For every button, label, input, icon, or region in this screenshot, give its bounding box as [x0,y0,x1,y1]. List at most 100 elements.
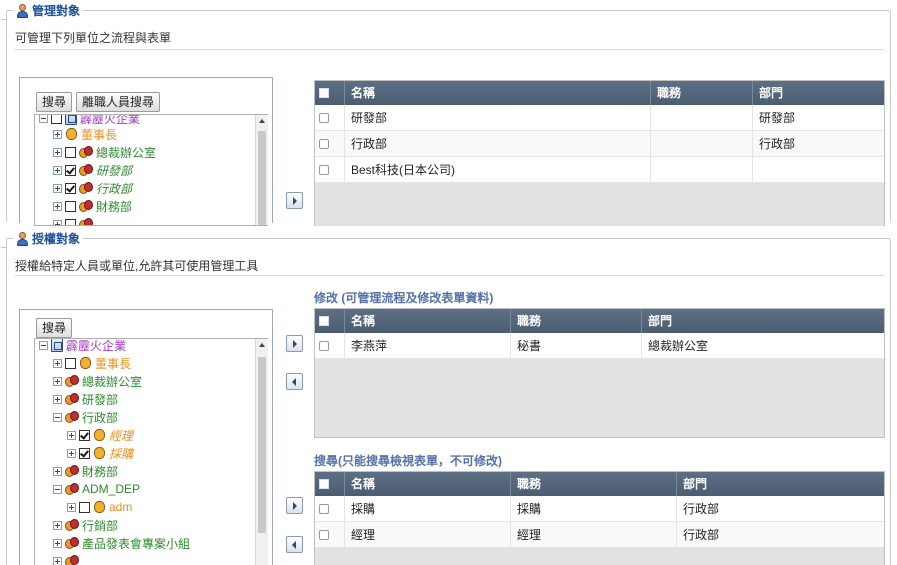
expand-icon[interactable] [67,448,76,458]
column-title[interactable]: 職務 [511,309,642,333]
row-checkbox[interactable] [319,165,329,175]
tree-node[interactable]: 經理 [67,426,133,444]
arrow-right-icon [293,197,297,205]
column-dept[interactable]: 部門 [677,472,884,496]
department-icon [65,410,79,424]
tree-node[interactable]: 產品發表會專案小組 [53,534,190,552]
expand-icon[interactable] [53,183,62,193]
tree-node[interactable]: 董事長 [53,125,117,143]
expand-icon[interactable] [53,165,62,175]
tree-node[interactable]: 研發部 [53,161,132,179]
search-button[interactable]: 搜尋 [36,318,73,338]
table-row[interactable]: Best科技(日本公司) [315,157,884,183]
tree-node[interactable] [53,552,79,565]
tree-checkbox[interactable] [65,200,76,212]
column-dept[interactable]: 部門 [753,81,884,105]
move-right-modify-button[interactable] [286,335,303,352]
tree-node[interactable]: 董事長 [53,354,131,372]
expand-icon[interactable] [53,358,62,368]
expand-icon[interactable] [67,430,76,440]
manage-target-description: 可管理下列單位之流程與表單 [15,31,172,45]
department-icon [65,554,79,565]
tree-checkbox-checked[interactable] [79,429,90,441]
tree-node[interactable]: 行政部 [53,179,132,197]
authorize-target-section: 授權對象 授權給特定人員或單位,允許其可使用管理工具 搜尋 霹靂火企業 董事長 … [1,230,891,565]
expand-icon[interactable] [53,376,62,386]
resigned-search-button[interactable]: 離職人員搜尋 [76,92,161,112]
table-row[interactable]: 經理 經理 行政部 [315,522,884,548]
move-right-search-button[interactable] [286,497,303,514]
department-icon [79,217,93,225]
expand-icon[interactable] [53,466,62,476]
row-checkbox[interactable] [319,504,329,514]
tree-checkbox[interactable] [51,115,62,124]
select-all-checkbox[interactable] [319,88,329,98]
tree-node[interactable]: ADM_DEP [53,480,140,498]
tree-checkbox[interactable] [65,218,76,225]
row-checkbox[interactable] [319,139,329,149]
column-title[interactable]: 職務 [511,472,677,496]
row-checkbox[interactable] [319,530,329,540]
tree-checkbox-checked[interactable] [65,164,76,176]
expand-icon[interactable] [53,538,62,548]
user-icon [16,231,29,246]
tree-node[interactable]: 行銷部 [53,516,118,534]
expand-icon[interactable] [53,201,62,211]
tree-node[interactable]: 財務部 [53,462,118,480]
tree-checkbox[interactable] [79,501,90,513]
scroll-up-icon[interactable] [259,119,265,123]
tree-scrollbar[interactable] [255,115,268,225]
department-icon [65,518,79,532]
tree-node[interactable]: 總裁辦公室 [53,143,156,161]
expand-icon[interactable] [53,556,62,565]
scroll-up-icon[interactable] [259,343,265,347]
select-all-checkbox[interactable] [319,316,329,326]
row-checkbox[interactable] [319,341,329,351]
column-name[interactable]: 名稱 [345,472,511,496]
tree-checkbox[interactable] [65,146,76,158]
tree-node[interactable]: adm [67,498,132,516]
expand-icon[interactable] [53,129,62,139]
table-row[interactable]: 採購 採購 行政部 [315,496,884,522]
expand-icon[interactable] [53,147,62,157]
manage-target-section: 管理對象 可管理下列單位之流程與表單 搜尋 離職人員搜尋 霹靂火企業 董事長 總… [1,2,891,226]
person-icon [93,446,106,460]
column-dept[interactable]: 部門 [642,309,884,333]
expand-icon[interactable] [53,219,62,225]
tree-node[interactable]: 研發部 [53,390,118,408]
expand-icon[interactable] [53,520,62,530]
collapse-icon[interactable] [53,412,62,422]
move-right-button[interactable] [286,192,303,209]
expand-icon[interactable] [53,394,62,404]
tree-scrollbar[interactable] [255,339,268,565]
department-icon [65,482,79,496]
tree-checkbox-checked[interactable] [65,182,76,194]
table-row[interactable]: 行政部 行政部 [315,131,884,157]
org-tree[interactable]: 霹靂火企業 董事長 總裁辦公室 研發部 行政部 財務部 [34,114,268,226]
tree-node[interactable]: 霹靂火企業 [39,339,126,354]
collapse-icon[interactable] [53,484,62,494]
column-name[interactable]: 名稱 [345,309,511,333]
tree-checkbox-checked[interactable] [79,447,90,459]
tree-node[interactable]: 採購 [67,444,133,462]
column-name[interactable]: 名稱 [345,81,651,105]
row-checkbox[interactable] [319,113,329,123]
select-all-checkbox[interactable] [319,479,329,489]
move-left-modify-button[interactable] [286,373,303,390]
org-tree[interactable]: 霹靂火企業 董事長 總裁辦公室 研發部 行政部 經理 採購 財務部 ADM_DE… [34,338,268,565]
tree-checkbox[interactable] [65,357,76,369]
tree-node[interactable]: 行政部 [53,408,118,426]
collapse-icon[interactable] [39,340,48,350]
tree-node[interactable]: 財務部 [53,197,132,215]
collapse-icon[interactable] [39,115,48,123]
table-row[interactable]: 李燕萍 秘書 總裁辦公室 [315,333,884,359]
tree-node[interactable]: 總裁辦公室 [53,372,142,390]
expand-icon[interactable] [67,502,76,512]
move-left-search-button[interactable] [286,536,303,553]
search-button[interactable]: 搜尋 [36,92,73,112]
table-row[interactable]: 研發部 研發部 [315,105,884,131]
column-title[interactable]: 職務 [651,81,753,105]
department-icon [79,181,93,195]
tree-node[interactable] [53,215,93,225]
search-grid-caption: 搜尋(只能搜尋檢視表單，不可修改) [314,454,502,468]
